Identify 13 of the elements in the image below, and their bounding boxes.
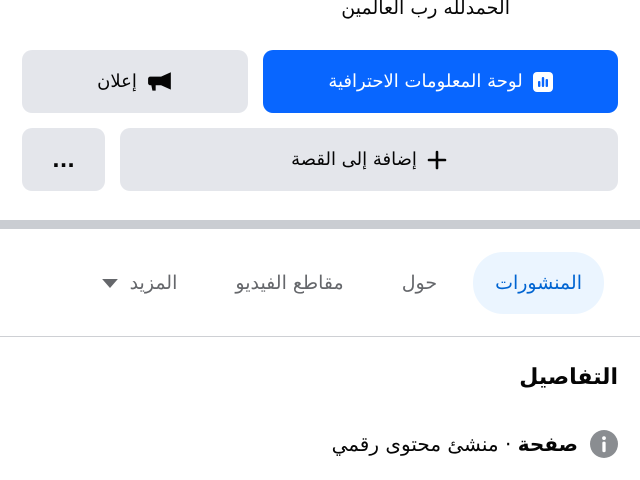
tab[interactable]: حول xyxy=(380,252,460,314)
chart-icon xyxy=(532,72,553,92)
tab[interactable]: المنشورات xyxy=(473,252,604,314)
page-category: صفحة · منشئ محتوى رقمي xyxy=(332,432,578,456)
action-button[interactable]: إعلان xyxy=(22,50,248,113)
plus-icon xyxy=(426,150,447,170)
section-heading: التفاصيل xyxy=(518,365,618,390)
dashboard-button[interactable]: لوحة المعلومات الاحترافية xyxy=(263,50,618,113)
action-button[interactable]: إضافة إلى القصة xyxy=(120,128,618,191)
info-icon xyxy=(590,430,618,458)
tab[interactable]: المزيد xyxy=(80,252,200,314)
more-button[interactable]: ... xyxy=(22,128,105,191)
tab[interactable]: مقاطع الفيديو xyxy=(213,252,366,314)
